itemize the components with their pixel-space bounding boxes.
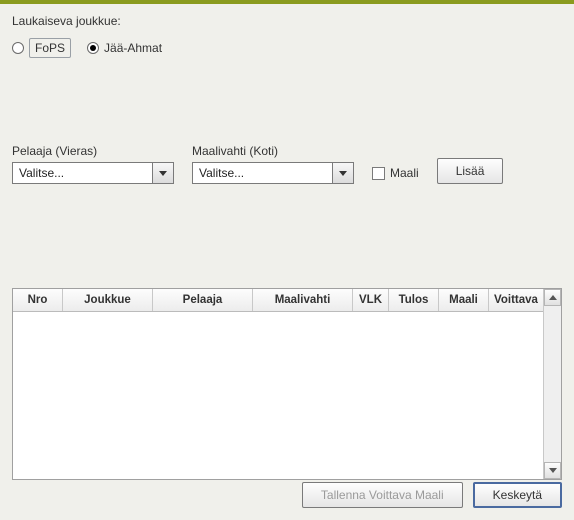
goalie-label: Maalivahti (Koti) <box>192 144 354 158</box>
results-table: Nro Joukkue Pelaaja Maalivahti VLK Tulos… <box>12 288 562 480</box>
scroll-up-icon[interactable] <box>544 289 561 306</box>
shooting-team-radio-group: FoPS Jää-Ahmat <box>12 38 562 58</box>
player-select-value: Valitse... <box>13 166 152 180</box>
cancel-button[interactable]: Keskeytä <box>473 482 562 508</box>
col-maali[interactable]: Maali <box>439 289 489 311</box>
goalie-select-value: Valitse... <box>193 166 332 180</box>
save-winning-goal-label: Tallenna Voittava Maali <box>321 488 444 502</box>
player-label: Pelaaja (Vieras) <box>12 144 174 158</box>
col-voittava[interactable]: Voittava <box>489 289 543 311</box>
shooting-team-label: Laukaiseva joukkue: <box>12 14 562 28</box>
col-vlk[interactable]: VLK <box>353 289 389 311</box>
add-button[interactable]: Lisää <box>437 158 504 184</box>
col-nro[interactable]: Nro <box>13 289 63 311</box>
scroll-down-icon[interactable] <box>544 462 561 479</box>
col-maalivahti[interactable]: Maalivahti <box>253 289 353 311</box>
col-joukkue[interactable]: Joukkue <box>63 289 153 311</box>
goal-checkbox[interactable]: Maali <box>372 162 419 184</box>
save-winning-goal-button[interactable]: Tallenna Voittava Maali <box>302 482 463 508</box>
radio-jaa-ahmat[interactable]: Jää-Ahmat <box>87 41 162 55</box>
goalie-select[interactable]: Valitse... <box>192 162 354 184</box>
goal-checkbox-label: Maali <box>390 166 419 180</box>
chevron-down-icon <box>332 163 353 183</box>
radio-fops[interactable]: FoPS <box>12 38 71 58</box>
player-select[interactable]: Valitse... <box>12 162 174 184</box>
checkbox-icon <box>372 167 385 180</box>
radio-icon <box>87 42 99 54</box>
chevron-down-icon <box>152 163 173 183</box>
radio-icon <box>12 42 24 54</box>
vertical-scrollbar[interactable] <box>543 289 561 479</box>
radio-fops-label: FoPS <box>29 38 71 58</box>
add-button-label: Lisää <box>456 164 485 178</box>
col-tulos[interactable]: Tulos <box>389 289 439 311</box>
radio-jaa-ahmat-label: Jää-Ahmat <box>104 41 162 55</box>
col-pelaaja[interactable]: Pelaaja <box>153 289 253 311</box>
cancel-button-label: Keskeytä <box>493 488 542 502</box>
